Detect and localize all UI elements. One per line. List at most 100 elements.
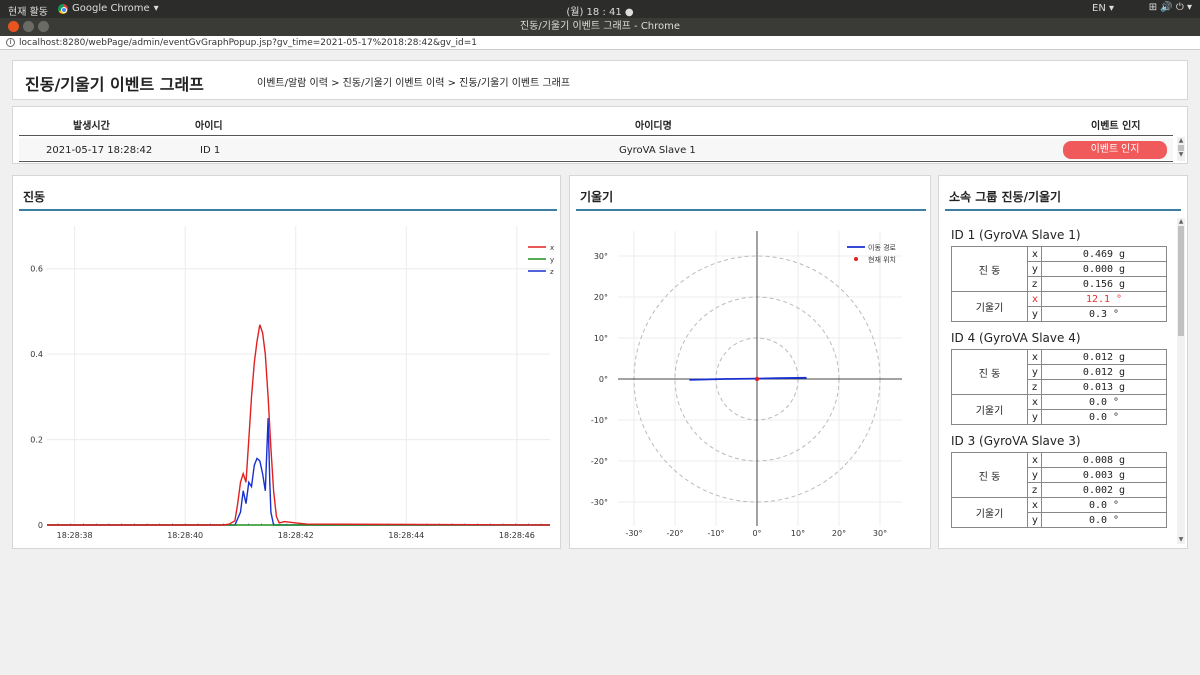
- table-row[interactable]: [19, 138, 1173, 160]
- table-row: 기울기 x 12.1 °: [951, 291, 1167, 322]
- y-tick-label: 0.6: [30, 265, 43, 274]
- axis-label: y: [1027, 409, 1042, 425]
- axis-value: 0.0 °: [1041, 394, 1167, 410]
- tilt-chart: -30° 30° -20° 20° -10° 10° 0° 0° 10° -10° 20° -20° 3…: [591, 231, 902, 538]
- axis-label: z: [1027, 482, 1042, 498]
- axis-label: y: [1027, 261, 1042, 277]
- x-tick-label: 18:28:40: [167, 531, 203, 540]
- table-scrollbar[interactable]: ▲ ▼: [1177, 137, 1185, 161]
- x-tick-label: 0°: [752, 529, 761, 538]
- tilt-panel: 기울기 -30° 30° -20° 20° -10° 10° 0° 0° 10° -10° 20° -…: [569, 175, 931, 549]
- legend-label: 이동 경로: [868, 243, 897, 252]
- axis-label: x: [1027, 291, 1042, 307]
- group-item-table: 진 동 x 0.008 g y 0.003 g z 0.002 g 기울기 x 0.0 ° y 0.0…: [951, 452, 1167, 528]
- row-label: 진 동: [951, 349, 1028, 395]
- y-tick-label: 20°: [594, 293, 608, 302]
- axis-value: 0.0 °: [1041, 512, 1167, 528]
- axis-value: 0.0 °: [1041, 409, 1167, 425]
- y-tick-label: 0°: [599, 375, 608, 384]
- event-ack-button[interactable]: 이벤트 인지: [1063, 141, 1167, 159]
- scroll-up-icon[interactable]: ▲: [1177, 218, 1185, 226]
- row-label: 기울기: [951, 394, 1028, 425]
- scroll-down-icon[interactable]: ▼: [1177, 151, 1185, 159]
- legend-label: x: [550, 244, 554, 252]
- axis-value: 0.008 g: [1041, 452, 1167, 468]
- x-tick-label: 20°: [832, 529, 846, 538]
- axis-label: x: [1027, 452, 1042, 468]
- language-selector[interactable]: EN ▾: [1092, 3, 1114, 14]
- window-controls: [8, 21, 49, 32]
- axis-label: y: [1027, 306, 1042, 322]
- legend-swatch: [854, 257, 858, 261]
- breadcrumb: 이벤트/알람 이력 > 진동/기울기 이벤트 이력 > 진동/기울기 이벤트 그…: [257, 78, 571, 89]
- group-scrollbar[interactable]: ▲ ▼: [1177, 218, 1185, 544]
- info-icon[interactable]: i: [6, 38, 15, 47]
- x-tick-label: -10°: [707, 529, 724, 538]
- axis-value: 12.1 °: [1041, 291, 1167, 307]
- table-row: 진 동 x 0.012 g: [951, 349, 1167, 395]
- legend-label: y: [550, 256, 554, 264]
- axis-value: 0.012 g: [1041, 349, 1167, 365]
- y-tick-label: 30°: [594, 252, 608, 261]
- axis-label: y: [1027, 512, 1042, 528]
- axis-label: z: [1027, 276, 1042, 292]
- current-position-point: [754, 376, 760, 382]
- group-item-table: 진 동 x 0.469 g y 0.000 g z 0.156 g 기울기 x 12.1 ° y 0.…: [951, 246, 1167, 322]
- window-titlebar: 진동/기울기 이벤트 그래프 - Chrome: [0, 18, 1200, 36]
- clock[interactable]: (월) 18 : 41 ●: [0, 3, 1200, 18]
- scroll-down-icon[interactable]: ▼: [1177, 536, 1185, 544]
- window-title: 진동/기울기 이벤트 그래프 - Chrome: [519, 21, 681, 32]
- minimize-window-button[interactable]: [23, 21, 34, 32]
- page-header: 진동/기울기 이벤트 그래프 이벤트/알람 이력 > 진동/기울기 이벤트 이력…: [12, 60, 1188, 100]
- group-item-title: ID 4 (GyroVA Slave 4): [951, 331, 1081, 345]
- group-title: 소속 그룹 진동/기울기: [949, 190, 1062, 204]
- axis-label: x: [1027, 246, 1042, 262]
- x-tick-label: -30°: [625, 529, 642, 538]
- axis-value: 0.156 g: [1041, 276, 1167, 292]
- y-tick-label: -30°: [591, 498, 608, 507]
- row-label: 기울기: [951, 497, 1028, 528]
- x-tick-label: 30°: [873, 529, 887, 538]
- table-row: 진 동 x 0.008 g: [951, 452, 1167, 498]
- y-tick-label: -20°: [591, 457, 608, 466]
- scroll-up-icon[interactable]: ▲: [1177, 137, 1185, 145]
- scroll-thumb[interactable]: [1178, 226, 1184, 336]
- col-header-name: 아이디명: [635, 121, 672, 132]
- x-tick-label: 18:28:44: [388, 531, 424, 540]
- close-window-button[interactable]: [8, 21, 19, 32]
- y-tick-label: 0.4: [30, 350, 43, 359]
- x-tick-label: 10°: [791, 529, 805, 538]
- row-label: 진 동: [951, 452, 1028, 498]
- row-label: 진 동: [951, 246, 1028, 292]
- page-title: 진동/기울기 이벤트 그래프: [25, 75, 204, 94]
- series-line-x: [47, 324, 551, 526]
- group-list[interactable]: ID 1 (GyroVA Slave 1) 진 동 x 0.469 g y 0.000 g…: [951, 224, 1167, 542]
- legend-label: z: [550, 268, 554, 276]
- table-row: 기울기 x 0.0 °: [951, 497, 1167, 528]
- maximize-window-button[interactable]: [38, 21, 49, 32]
- x-tick-label: 18:28:42: [278, 531, 314, 540]
- url-text[interactable]: localhost:8280/webPage/admin/eventGvGrap…: [19, 38, 477, 48]
- axis-value: 0.3 °: [1041, 306, 1167, 322]
- col-header-time: 발생시간: [73, 121, 110, 132]
- axis-value: 0.013 g: [1041, 379, 1167, 395]
- row-divider: [19, 161, 1173, 162]
- axis-value: 0.000 g: [1041, 261, 1167, 277]
- vibration-panel: 진동 18:28:38 18:28:40 18:28:42 18:28:44 18:28…: [12, 175, 561, 549]
- x-tick-label: 18:28:46: [499, 531, 535, 540]
- y-tick-label: 0: [38, 521, 43, 530]
- group-item-title: ID 3 (GyroVA Slave 3): [951, 434, 1081, 448]
- address-bar[interactable]: i localhost:8280/webPage/admin/eventGvGra…: [0, 36, 1200, 50]
- y-tick-label: -10°: [591, 416, 608, 425]
- y-tick-label: 0.2: [30, 436, 43, 445]
- axis-label: y: [1027, 467, 1042, 483]
- system-tray[interactable]: ⊞ 🔊 ⏻ ▾: [1149, 2, 1192, 13]
- title-underline: [945, 209, 1181, 211]
- axis-label: x: [1027, 394, 1042, 410]
- series-line-z: [47, 418, 550, 526]
- os-top-bar: 현재 활동 Google Chrome ▾ (월) 18 : 41 ● EN ▾…: [0, 0, 1200, 18]
- col-header-ack: 이벤트 인지: [1091, 121, 1141, 132]
- axis-label: x: [1027, 497, 1042, 513]
- group-item-table: 진 동 x 0.012 g y 0.012 g z 0.013 g 기울기 x 0.0 ° y 0.0…: [951, 349, 1167, 425]
- col-header-id: 아이디: [195, 121, 223, 132]
